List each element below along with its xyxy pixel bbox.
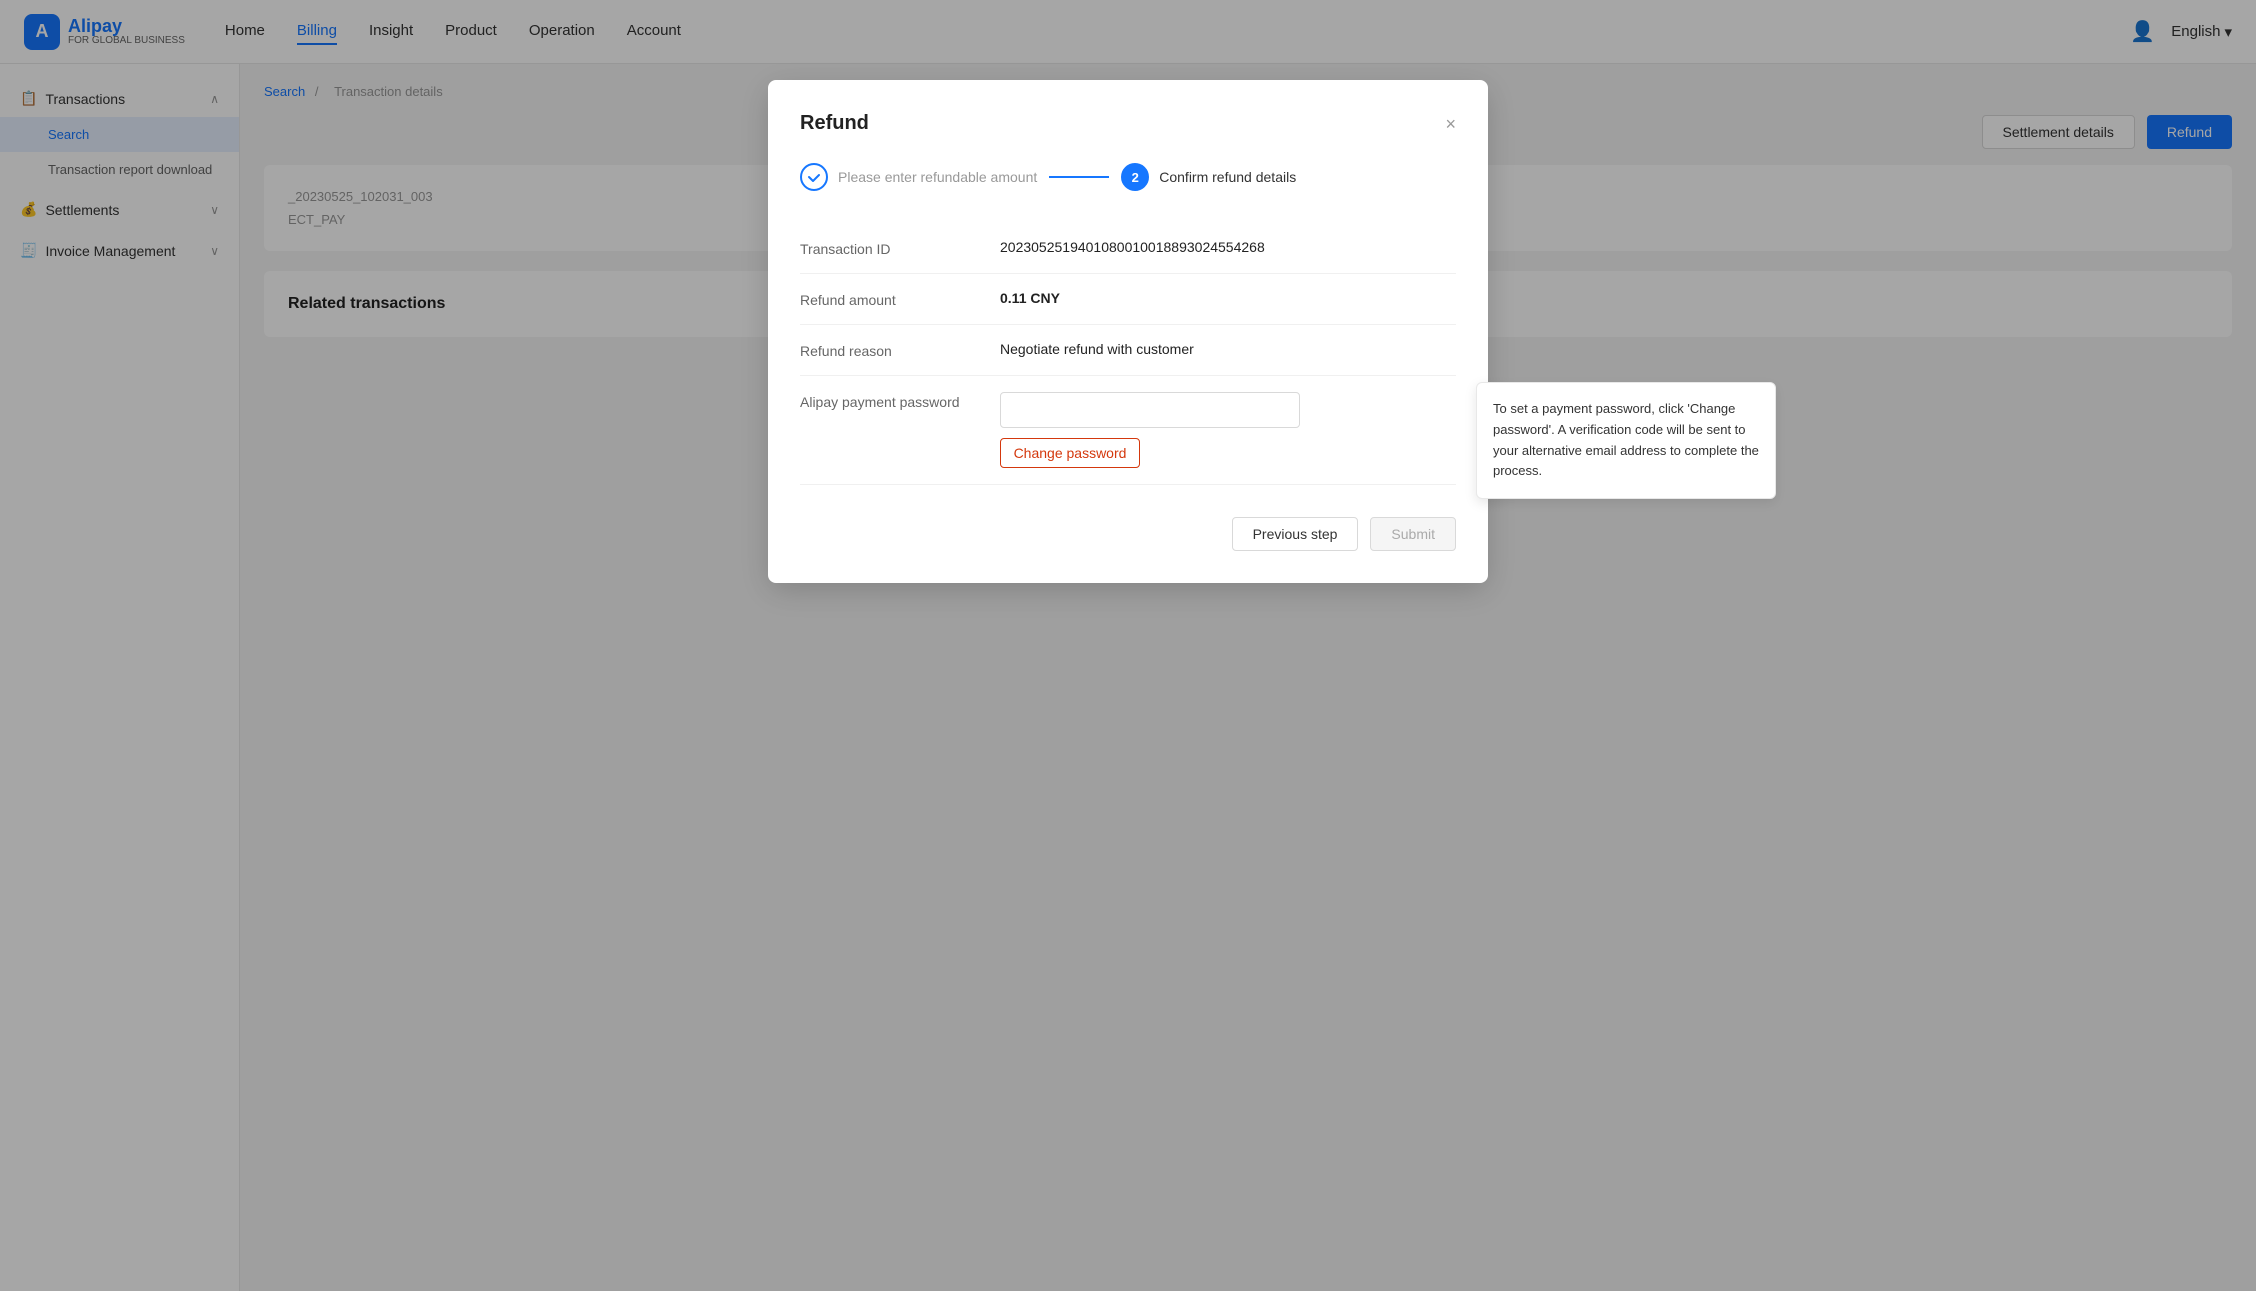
modal-header: Refund × xyxy=(800,112,1456,135)
refund-amount-label: Refund amount xyxy=(800,290,1000,308)
password-tooltip: To set a payment password, click 'Change… xyxy=(1476,382,1776,499)
step-1: Please enter refundable amount xyxy=(800,163,1037,191)
transaction-id-row: Transaction ID 2023052519401080010018893… xyxy=(800,223,1456,274)
submit-button[interactable]: Submit xyxy=(1370,517,1456,551)
password-input-wrap xyxy=(1000,392,1456,428)
step-2-label: Confirm refund details xyxy=(1159,169,1296,185)
password-field-area: Change password To set a payment passwor… xyxy=(1000,392,1456,468)
password-row: Alipay payment password Change password … xyxy=(800,376,1456,485)
change-password-button[interactable]: Change password xyxy=(1000,438,1140,468)
modal-close-button[interactable]: × xyxy=(1445,115,1456,133)
step-2-circle: 2 xyxy=(1121,163,1149,191)
password-label: Alipay payment password xyxy=(800,392,1000,410)
modal-overlay: Refund × Please enter refundable amount … xyxy=(0,0,2256,1291)
refund-amount-row: Refund amount 0.11 CNY xyxy=(800,274,1456,325)
modal-title: Refund xyxy=(800,112,869,135)
alipay-password-input[interactable] xyxy=(1000,392,1300,428)
refund-reason-value: Negotiate refund with customer xyxy=(1000,341,1456,357)
refund-amount-value: 0.11 CNY xyxy=(1000,290,1456,306)
modal-footer: Previous step Submit xyxy=(800,517,1456,551)
step-1-label: Please enter refundable amount xyxy=(838,169,1037,185)
transaction-id-label: Transaction ID xyxy=(800,239,1000,257)
refund-modal: Refund × Please enter refundable amount … xyxy=(768,80,1488,583)
refund-reason-row: Refund reason Negotiate refund with cust… xyxy=(800,325,1456,376)
steps-indicator: Please enter refundable amount 2 Confirm… xyxy=(800,163,1456,191)
step-connector xyxy=(1049,176,1109,178)
checkmark-icon xyxy=(807,170,821,184)
step-2-number: 2 xyxy=(1132,170,1139,185)
refund-reason-label: Refund reason xyxy=(800,341,1000,359)
step-2: 2 Confirm refund details xyxy=(1121,163,1296,191)
previous-step-button[interactable]: Previous step xyxy=(1232,517,1359,551)
transaction-id-value: 2023052519401080010018893024554268 xyxy=(1000,239,1456,255)
password-controls: Change password xyxy=(1000,392,1456,468)
step-1-circle xyxy=(800,163,828,191)
